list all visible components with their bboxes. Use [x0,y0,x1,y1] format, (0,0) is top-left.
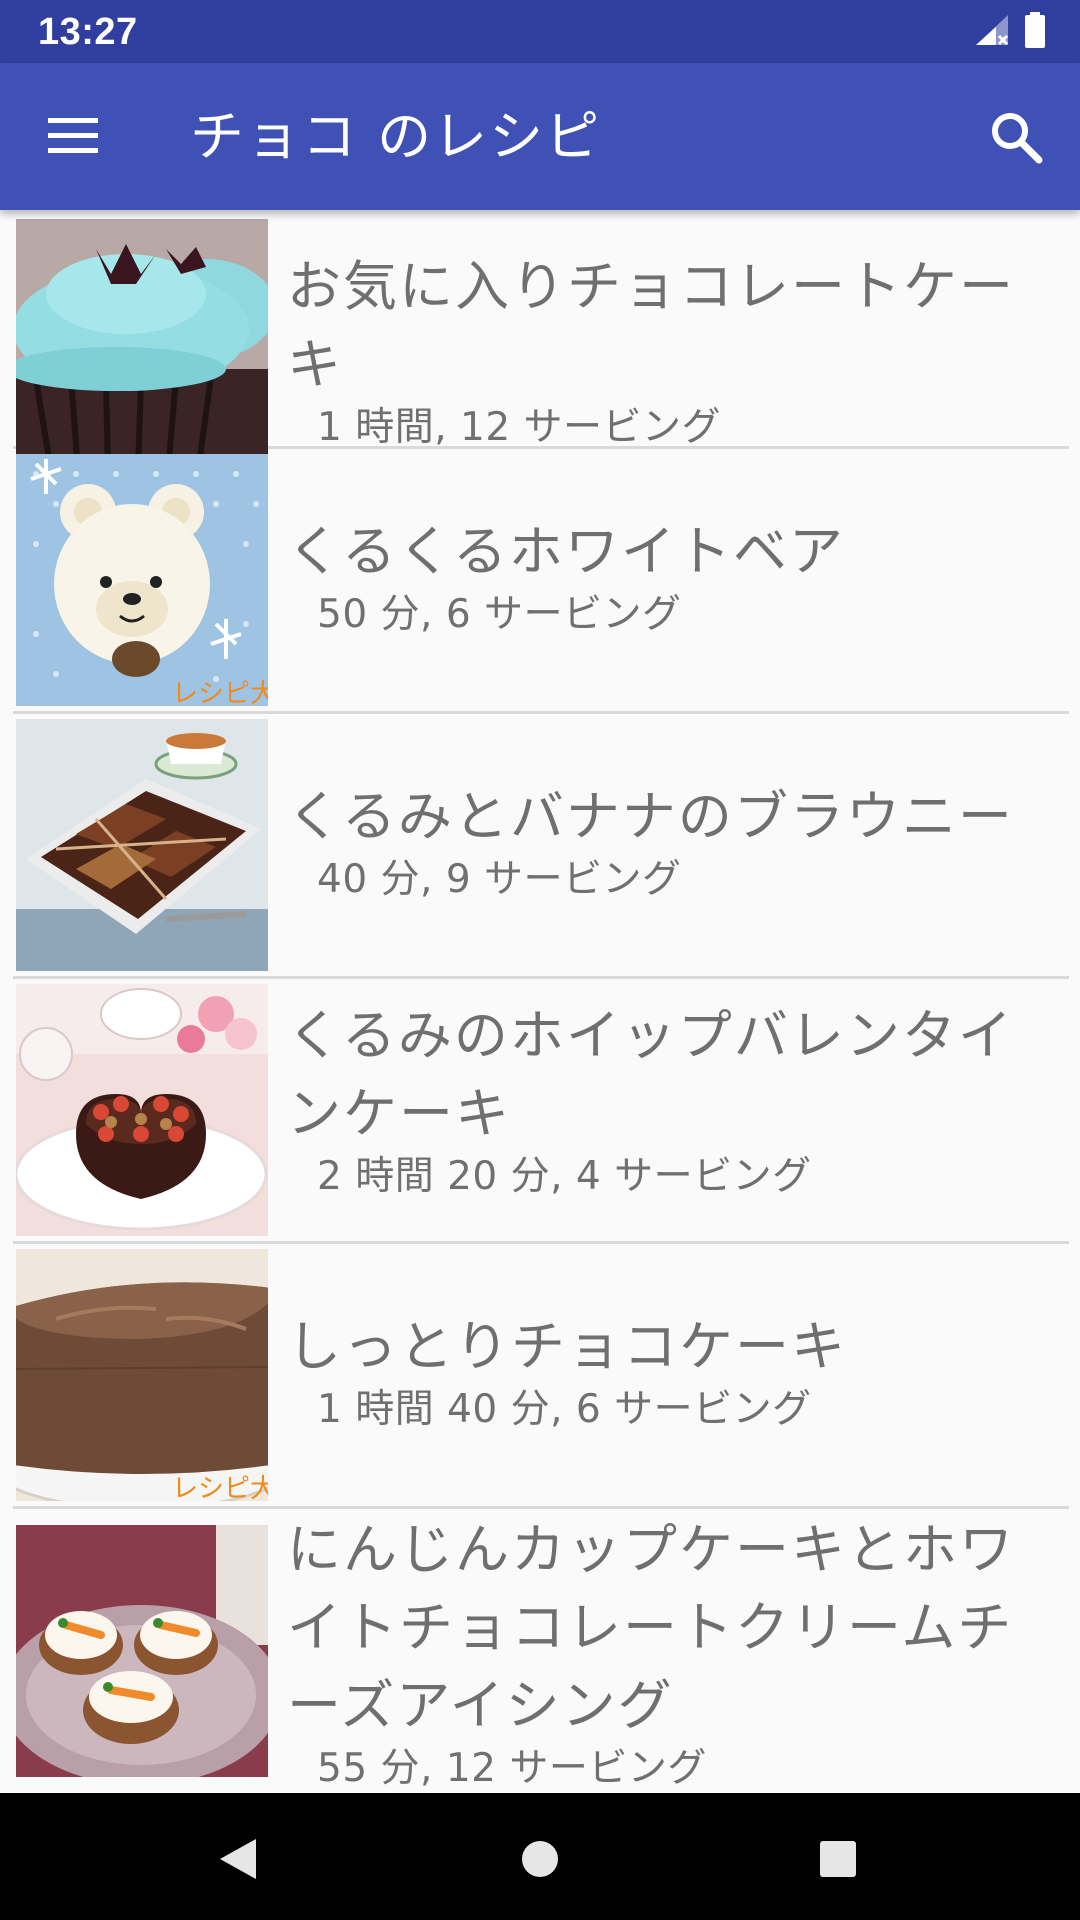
recipe-text: くるみとバナナのブラウニー 40 分, 9 サービング [287,778,1049,904]
recipe-title: にんじんカップケーキとホワイトチョコレートクリームチーズアイシング [287,1518,1015,1737]
recipe-thumbnail [16,219,268,471]
app-bar: チョコ のレシピ [0,63,1080,210]
recipe-thumbnail [16,984,268,1236]
signal-icon [974,13,1010,51]
list-item[interactable]: くるみとバナナのブラウニー 40 分, 9 サービング [13,714,1069,979]
recipe-thumbnail [16,1525,268,1777]
page-title: チョコ のレシピ [190,105,602,168]
recents-button[interactable] [790,1811,886,1907]
svg-text:レシピ大: レシピ大 [172,1474,268,1501]
search-icon [992,113,1043,164]
list-item[interactable]: お気に入りチョコレートケーキ 1 時間, 12 サービング [13,210,1069,471]
recipe-text: にんじんカップケーキとホワイトチョコレートクリームチーズアイシング 55 分, … [287,1511,1049,1793]
recipe-text: お気に入りチョコレートケーキ 1 時間, 12 サービング [287,248,1049,452]
recipe-title: くるみのホイップバレンタインケーキ [287,1004,1014,1145]
search-button[interactable] [976,97,1056,177]
recipe-meta: 40 分, 9 サービング [317,857,682,902]
recipe-text: くるくるホワイトベア 50 分, 6 サービング [287,513,1049,639]
recents-icon [820,1841,856,1877]
recipe-meta: 50 分, 6 サービング [317,592,682,637]
recipe-title: くるみとバナナのブラウニー [287,785,1014,848]
recipe-meta: 1 時間 40 分, 6 サービング [317,1387,812,1432]
list-item[interactable]: にんじんカップケーキとホワイトチョコレートクリームチーズアイシング 55 分, … [13,1509,1069,1793]
recipe-text: しっとりチョコケーキ 1 時間 40 分, 6 サービング [287,1308,1049,1434]
menu-icon [48,118,98,153]
recipe-meta: 55 分, 12 サービング [317,1746,707,1791]
recipe-title: しっとりチョコケーキ [287,1315,847,1378]
recipe-thumbnail [16,719,268,971]
list-item[interactable]: レシピ大 くるくるホワイトベア 50 分, 6 サービング [13,449,1069,714]
back-button[interactable] [190,1811,286,1907]
list-item[interactable]: レシピ大 しっとりチョコケーキ 1 時間 40 分, 6 サービング [13,1244,1069,1509]
recipe-text: くるみのホイップバレンタインケーキ 2 時間 20 分, 4 サービング [287,997,1049,1201]
svg-text:レシピ大: レシピ大 [172,679,268,706]
status-time: 13:27 [38,11,138,53]
recipe-title: お気に入りチョコレートケーキ [287,255,1015,396]
battery-icon [1024,12,1046,52]
menu-button[interactable] [30,100,116,172]
recipe-meta: 1 時間, 12 サービング [317,405,722,450]
status-bar: 13:27 [0,0,1080,63]
back-icon [220,1839,256,1879]
recipe-meta: 2 時間 20 分, 4 サービング [317,1154,812,1199]
recipe-thumbnail: レシピ大 [16,454,268,706]
recipe-title: くるくるホワイトベア [287,520,845,583]
recipe-list[interactable]: お気に入りチョコレートケーキ 1 時間, 12 サービング レシピ大 くるくるホ… [0,210,1080,1793]
status-icons [974,10,1046,54]
home-icon [522,1841,558,1877]
recipe-thumbnail: レシピ大 [16,1249,268,1501]
navigation-bar [0,1793,1080,1920]
list-item[interactable]: くるみのホイップバレンタインケーキ 2 時間 20 分, 4 サービング [13,979,1069,1244]
home-button[interactable] [492,1811,588,1907]
